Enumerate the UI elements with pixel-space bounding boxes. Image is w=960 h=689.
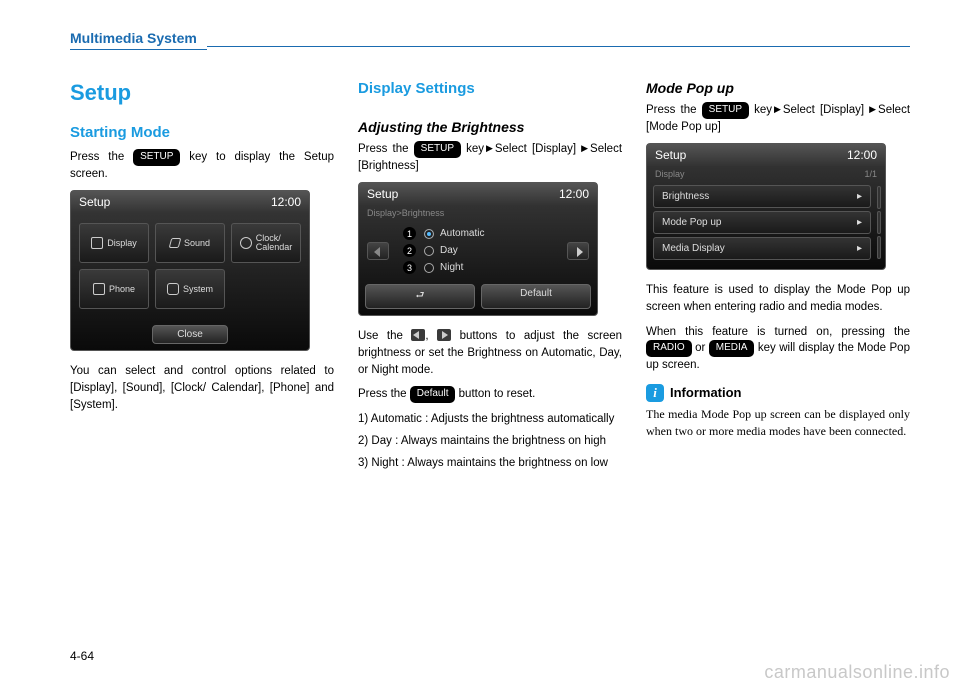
chevron-right-icon: ▸	[857, 217, 862, 228]
subheading-mode-popup: Mode Pop up	[646, 80, 910, 96]
body-text: Use the , buttons to adjust the screen b…	[358, 328, 622, 378]
body-text: This feature is used to display the Mode…	[646, 282, 910, 315]
display-button: Display	[79, 223, 149, 263]
list-item: 3) Night : Always maintains the brightne…	[358, 455, 622, 471]
radio-off-icon	[424, 246, 434, 256]
clock-button: Clock/ Calendar	[231, 223, 301, 263]
page-title: Setup	[70, 80, 334, 106]
breadcrumb: Display>Brightness	[367, 208, 444, 218]
chevron-right-icon: ▸	[857, 243, 862, 254]
display-icon	[91, 237, 103, 249]
media-keycap: MEDIA	[709, 340, 755, 357]
phone-button: Phone	[79, 269, 149, 309]
clock-icon	[240, 237, 252, 249]
chevron-right-icon: ▸	[857, 191, 862, 202]
info-text: The media Mode Pop up screen can be disp…	[646, 406, 910, 440]
back-button: ⮐	[365, 284, 475, 309]
screen-title: Setup	[79, 195, 110, 209]
chevron-right-icon: ▶	[772, 104, 783, 114]
breadcrumb: Display	[655, 169, 685, 179]
subheading-brightness: Adjusting the Brightness	[358, 119, 622, 135]
header-rule	[207, 46, 910, 47]
chevron-right-icon: ▶	[869, 104, 878, 114]
right-arrow-icon	[437, 329, 451, 341]
gear-icon	[167, 283, 179, 295]
callout-3: 3	[403, 261, 416, 274]
callout-2: 2	[403, 244, 416, 257]
phone-icon	[93, 283, 105, 295]
menu-media-display: Media Display▸	[653, 237, 871, 260]
screen-clock: 12:00	[271, 195, 301, 209]
column-1: Setup Starting Mode Press the SETUP key …	[70, 80, 334, 477]
close-button: Close	[152, 325, 228, 344]
brightness-increase-icon	[567, 242, 589, 260]
callout-1: 1	[403, 227, 416, 240]
heading-display-settings: Display Settings	[358, 80, 622, 97]
setup-keycap: SETUP	[414, 141, 461, 158]
system-button: System	[155, 269, 225, 309]
screen-clock: 12:00	[847, 148, 877, 162]
page-number: 4-64	[70, 649, 94, 663]
info-heading: i Information	[646, 384, 910, 402]
setup-keycap: SETUP	[702, 102, 749, 119]
screen-title: Setup	[655, 148, 686, 162]
body-text: You can select and control options relat…	[70, 363, 334, 413]
screenshot-brightness: Setup 12:00 Display>Brightness 1Automati…	[358, 182, 598, 316]
screen-clock: 12:00	[559, 187, 589, 201]
screenshot-display-menu: Setup 12:00 Display 1/1 Brightness▸ Mode…	[646, 143, 886, 270]
menu-brightness: Brightness▸	[653, 185, 871, 208]
sound-icon	[169, 238, 182, 248]
screen-title: Setup	[367, 187, 398, 201]
setup-keycap: SETUP	[133, 149, 180, 166]
default-button: Default	[481, 284, 591, 309]
page-header: Multimedia System	[70, 30, 910, 50]
list-item: 2) Day : Always maintains the brightness…	[358, 433, 622, 449]
radio-on-icon	[424, 229, 434, 239]
left-arrow-icon	[411, 329, 425, 341]
info-icon: i	[646, 384, 664, 402]
menu-mode-popup: Mode Pop up▸	[653, 211, 871, 234]
body-text: Press the SETUP key▶Select [Display] ▶Se…	[358, 141, 622, 174]
watermark: carmanualsonline.info	[764, 662, 950, 683]
radio-off-icon	[424, 263, 434, 273]
screenshot-setup-home: Setup 12:00 Display Sound Clock/ Calenda…	[70, 190, 310, 351]
numbered-list: 1) Automatic : Adjusts the brightness au…	[358, 411, 622, 471]
column-3: Mode Pop up Press the SETUP key▶Select […	[646, 80, 910, 477]
sound-button: Sound	[155, 223, 225, 263]
chevron-right-icon: ▶	[484, 143, 495, 153]
brightness-decrease-icon	[367, 242, 389, 260]
page-indicator: 1/1	[864, 169, 877, 179]
body-text: Press the Default button to reset.	[358, 386, 622, 403]
default-keycap: Default	[410, 386, 456, 403]
heading-starting-mode: Starting Mode	[70, 124, 334, 141]
section-title: Multimedia System	[70, 30, 207, 50]
radio-keycap: RADIO	[646, 340, 692, 357]
column-2: Display Settings Adjusting the Brightnes…	[358, 80, 622, 477]
scrollbar	[877, 182, 885, 263]
body-text: Press the SETUP key▶Select [Display] ▶Se…	[646, 102, 910, 135]
body-text: Press the SETUP key to display the Setup…	[70, 149, 334, 182]
list-item: 1) Automatic : Adjusts the brightness au…	[358, 411, 622, 427]
body-text: When this feature is turned on, pressing…	[646, 324, 910, 374]
chevron-right-icon: ▶	[581, 143, 590, 153]
